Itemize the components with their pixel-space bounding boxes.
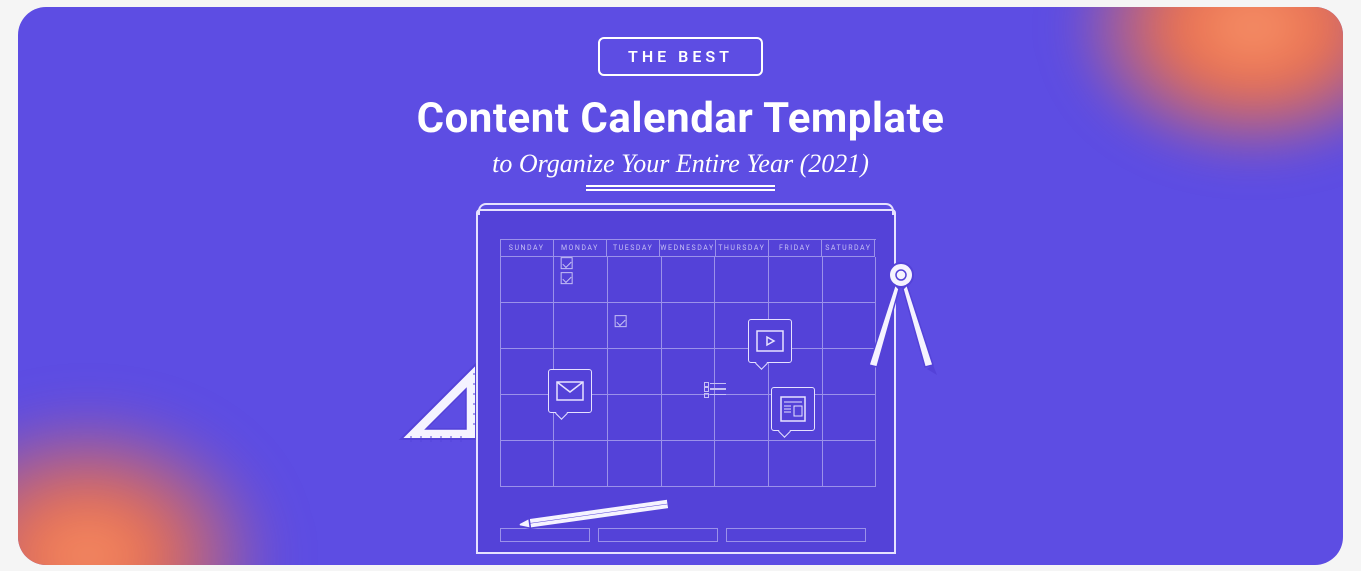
calendar-cell (500, 303, 554, 349)
play-video-icon (748, 319, 792, 363)
calendar-cell (607, 349, 661, 395)
day-header: THURSDAY (715, 240, 768, 257)
calendar-cell (661, 257, 715, 303)
calendar-header-row: SUNDAY MONDAY TUESDAY WEDNESDAY THURSDAY… (500, 239, 876, 257)
calendar-cell (822, 395, 876, 441)
day-header: SUNDAY (500, 240, 553, 257)
checkmark-icon (562, 258, 571, 267)
document-icon (771, 387, 815, 431)
compass-icon (851, 257, 951, 377)
calendar-cell (661, 303, 715, 349)
hero-subtitle: to Organize Your Entire Year (2021) (492, 149, 869, 179)
calendar-cell (714, 395, 768, 441)
calendar-cell (500, 349, 554, 395)
calendar-cell (661, 441, 715, 487)
day-header: TUESDAY (606, 240, 659, 257)
calendar-cell (553, 303, 607, 349)
calendar-cell (714, 441, 768, 487)
calendar-grid: SUNDAY MONDAY TUESDAY WEDNESDAY THURSDAY… (500, 239, 876, 487)
calendar-cell (500, 395, 554, 441)
triangle-ruler-icon (381, 349, 491, 459)
day-header: SATURDAY (821, 240, 875, 257)
checkmark-icon (616, 316, 625, 325)
calendar-cell (768, 257, 822, 303)
calendar-cell (553, 441, 607, 487)
blueprint-sheet: SUNDAY MONDAY TUESDAY WEDNESDAY THURSDAY… (476, 209, 896, 554)
calendar-cell (661, 395, 715, 441)
calendar-cell (714, 257, 768, 303)
calendar-cell (607, 441, 661, 487)
day-header: MONDAY (553, 240, 606, 257)
bullet-list-icon (710, 379, 726, 400)
calendar-cell (500, 257, 554, 303)
hero-content: THE BEST Content Calendar Template to Or… (18, 7, 1343, 559)
day-header: WEDNESDAY (659, 240, 714, 257)
checkmark-icon (562, 273, 571, 282)
blueprint-illustration: SUNDAY MONDAY TUESDAY WEDNESDAY THURSDAY… (431, 209, 931, 559)
calendar-cell (607, 257, 661, 303)
blueprint-footer-bars (500, 528, 866, 542)
day-header: FRIDAY (768, 240, 821, 257)
calendar-cell (822, 441, 876, 487)
calendar-cell (500, 441, 554, 487)
hero-banner: THE BEST Content Calendar Template to Or… (18, 7, 1343, 565)
calendar-cell (768, 441, 822, 487)
calendar-cell (607, 395, 661, 441)
envelope-icon (548, 369, 592, 413)
hero-title: Content Calendar Template (18, 94, 1343, 143)
badge-label: THE BEST (598, 37, 763, 76)
